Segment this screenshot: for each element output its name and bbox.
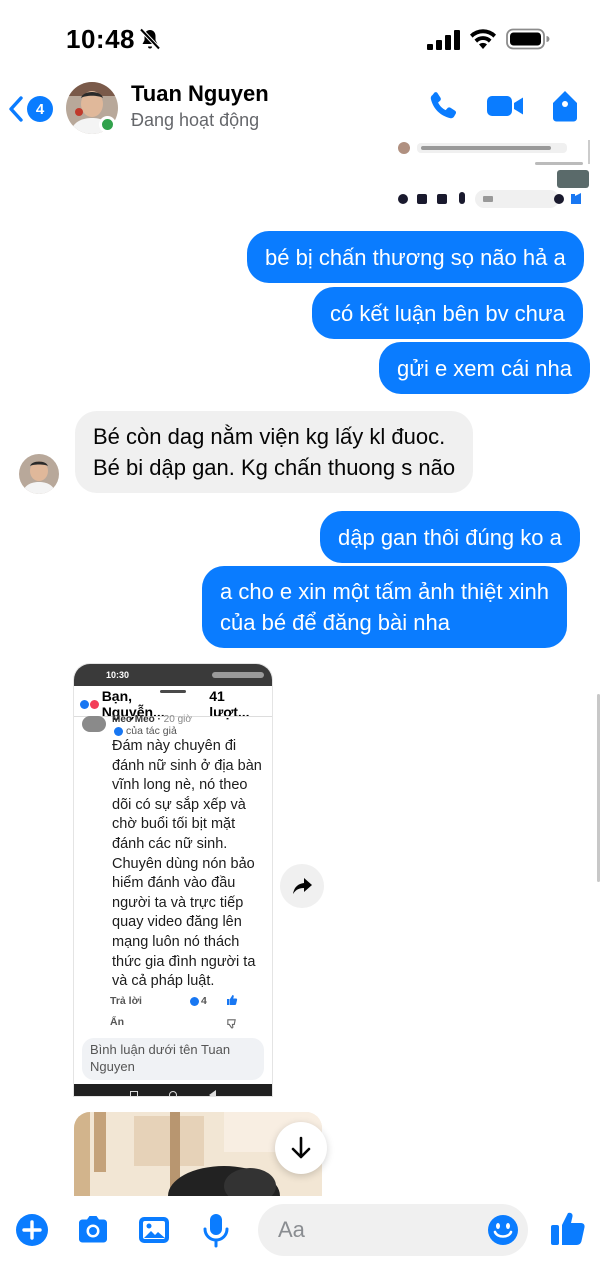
reaction-count: 4 [190, 995, 207, 1007]
commenter-name: Meo Meo · 20 giờ [112, 714, 192, 725]
love-reaction-icon [89, 699, 99, 709]
cellular-signal-icon [427, 30, 460, 50]
wifi-icon [470, 29, 496, 49]
recents-nav-icon [129, 1091, 138, 1096]
message-input-placeholder: Aa [278, 1217, 305, 1242]
status-time: 10:48 [66, 24, 135, 54]
message-bubble-outgoing[interactable]: bé bị chấn thương sọ não hả a [247, 231, 584, 283]
scrollbar[interactable] [597, 694, 600, 882]
author-tag: của tác giả [114, 725, 177, 737]
message-line: Bé còn dag nằm viện kg lấy kl đuoc. [93, 424, 446, 449]
message-line: a cho e xin một tấm ảnh thiệt xinh [220, 579, 549, 604]
message-bubble-incoming[interactable]: Bé còn dag nằm viện kg lấy kl đuoc. Bé b… [75, 411, 474, 493]
message-composer: Aa [0, 1196, 606, 1288]
author-tag-text: của tác giả [126, 725, 177, 737]
like-reaction-icon [190, 996, 199, 1006]
message-input[interactable]: Aa [258, 1204, 528, 1256]
message-bubble-outgoing[interactable]: a cho e xin một tấm ảnh thiệt xinh của b… [202, 566, 567, 648]
screenshot-reaction-header: Bạn, Nguyễn... 41 lượt... [80, 688, 268, 720]
online-indicator [99, 116, 116, 133]
android-nav-bar [74, 1084, 272, 1096]
forward-arrow-icon [293, 878, 312, 894]
thumbs-down-icon [227, 1019, 236, 1029]
unread-badge: 4 [27, 96, 53, 122]
shield-info-icon[interactable] [548, 89, 582, 123]
message-text: dập gan thôi đúng ko a [338, 524, 562, 550]
reaction-count-text: 4 [201, 995, 207, 1007]
chat-header: 4 Tuan Nguyen Đang hoạt động [0, 80, 606, 140]
chat-thread[interactable]: bé bị chấn thương sọ não hả a có kết luậ… [0, 140, 606, 1196]
arrow-down-icon [291, 1136, 311, 1159]
plus-circle-icon[interactable] [14, 1212, 50, 1248]
comment-body: Đám này chuyên đi đánh nữ sinh ở địa bàn… [112, 738, 262, 990]
forward-button[interactable] [280, 864, 324, 908]
screenshot-time: 10:30 [106, 670, 130, 680]
contact-status: Đang hoạt động [131, 110, 260, 130]
message-text: bé bị chấn thương sọ não hả a [265, 244, 566, 270]
reply-link: Trả lời [110, 995, 142, 1007]
message-bubble-outgoing[interactable]: gửi e xem cái nha [379, 342, 590, 394]
home-nav-icon [169, 1091, 178, 1096]
bell-slash-icon [139, 28, 161, 50]
video-call-icon[interactable] [486, 89, 524, 123]
comment-time: 20 giờ [163, 714, 192, 725]
message-text: gửi e xem cái nha [397, 355, 572, 381]
emoji-icon[interactable] [486, 1213, 520, 1247]
screenshot-status-icons [212, 672, 264, 678]
scroll-to-bottom-button[interactable] [275, 1122, 327, 1174]
author-badge-icon [114, 726, 123, 736]
avatar-photo [19, 454, 59, 494]
like-reaction-icon [80, 699, 89, 709]
message-text: có kết luận bên bv chưa [330, 300, 565, 326]
back-button[interactable]: 4 [8, 92, 56, 126]
message-line: Bé bi dập gan. Kg chấn thuong s não [93, 455, 456, 480]
commenter-avatar [82, 716, 106, 732]
contact-name[interactable]: Tuan Nguyen [131, 81, 269, 107]
phone-icon[interactable] [426, 89, 460, 123]
gallery-icon[interactable] [136, 1212, 172, 1248]
back-nav-icon [209, 1090, 217, 1096]
hide-link: Ẩn [110, 1016, 124, 1028]
microphone-icon[interactable] [198, 1212, 234, 1248]
screenshot-status-bar: 10:30 [74, 664, 272, 686]
chevron-left-icon [9, 96, 23, 122]
status-bar: 10:48 [0, 0, 606, 80]
message-bubble-outgoing[interactable]: có kết luận bên bv chưa [312, 287, 583, 339]
message-bubble-outgoing[interactable]: dập gan thôi đúng ko a [320, 511, 580, 563]
commenter-name-text: Meo Meo [112, 714, 155, 725]
comment-input-preview: Bình luận dưới tên Tuan Nguyen [82, 1038, 264, 1080]
camera-icon[interactable] [75, 1212, 111, 1248]
shared-screenshot[interactable]: 10:30 Bạn, Nguyễn... 41 lượt... Meo Meo … [74, 664, 272, 1096]
thumbs-up-send-icon[interactable] [548, 1208, 588, 1248]
previous-shared-screenshot[interactable] [385, 140, 591, 212]
sender-avatar[interactable] [19, 454, 59, 494]
thumbs-up-icon [227, 995, 238, 1005]
battery-icon [506, 28, 550, 50]
message-line: của bé để đăng bài nha [220, 610, 450, 635]
